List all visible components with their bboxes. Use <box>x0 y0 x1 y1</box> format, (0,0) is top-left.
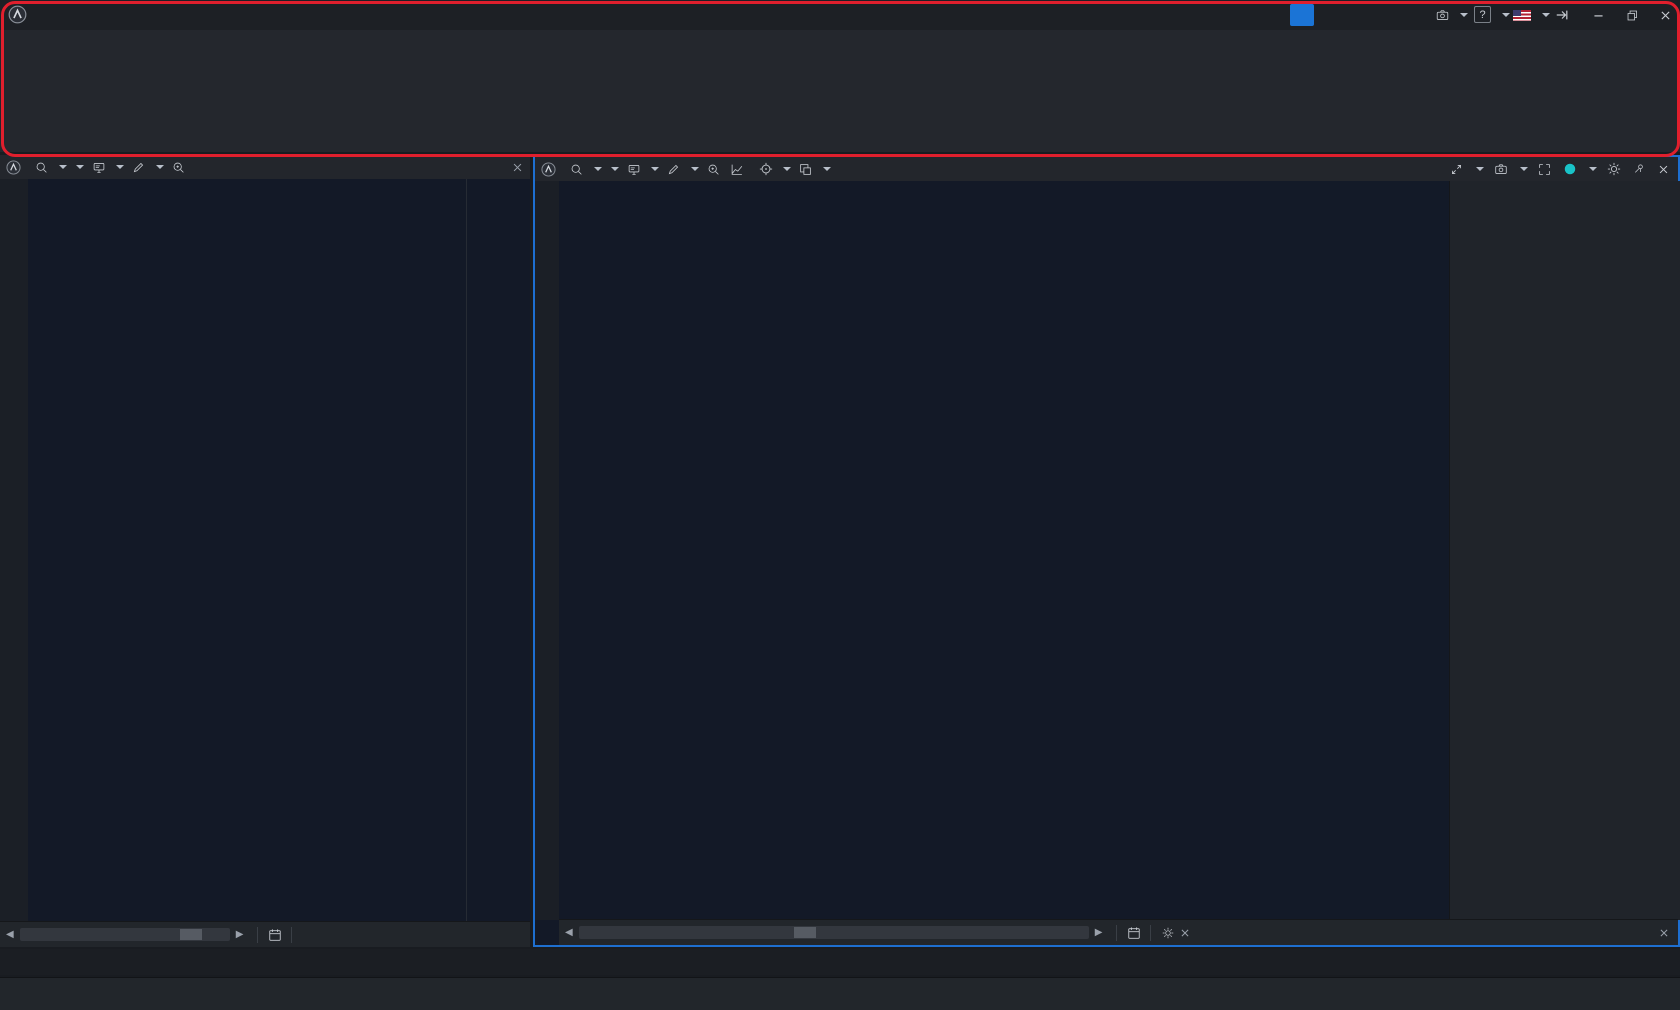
panel-logo-icon <box>541 162 556 177</box>
chart-trader-panel <box>1449 181 1680 920</box>
search-icon[interactable] <box>568 161 585 177</box>
status-bar <box>0 977 1680 1010</box>
left-price-axis[interactable] <box>466 179 531 947</box>
language-caret[interactable] <box>1534 6 1554 24</box>
timeframe-select[interactable] <box>56 165 67 169</box>
drawing-tools-icon[interactable] <box>665 161 682 177</box>
layout-panels-icon[interactable] <box>797 161 814 177</box>
ribbon-toolbar <box>0 60 1680 152</box>
restore-window-icon[interactable] <box>1622 6 1642 24</box>
upgrade-platform-button[interactable] <box>1290 4 1314 26</box>
dom-trader-gear-icon[interactable] <box>1159 925 1176 941</box>
drawing-caret[interactable] <box>156 165 164 169</box>
screenshot-icon[interactable] <box>1432 6 1452 24</box>
sessions-calendar-icon[interactable] <box>266 927 283 943</box>
left-chart-header <box>0 155 530 179</box>
lots-select[interactable] <box>608 167 619 171</box>
indicators-icon[interactable] <box>728 161 745 177</box>
dom-trader-close-icon[interactable] <box>1176 925 1193 941</box>
zoom-in-icon[interactable] <box>170 159 187 175</box>
target-icon[interactable] <box>757 161 774 177</box>
screens-caret[interactable] <box>651 167 659 171</box>
cluster-chart-canvas[interactable] <box>559 181 887 920</box>
ribbon <box>0 30 1680 152</box>
chart-trader-close-icon[interactable] <box>1655 925 1672 941</box>
zoom-in-icon[interactable] <box>705 161 722 177</box>
screens-icon[interactable] <box>625 161 642 177</box>
screenshot-caret[interactable] <box>1452 6 1472 24</box>
mid-scrollbar-row: ◀ ▶ <box>559 919 1678 945</box>
layout-caret[interactable] <box>823 167 831 171</box>
status-circle-icon[interactable] <box>1561 161 1578 177</box>
pin-window-icon[interactable] <box>1552 6 1572 24</box>
camera-icon[interactable] <box>1492 161 1509 177</box>
mid-chart-header <box>535 157 1678 181</box>
close-panel-icon[interactable] <box>1655 161 1672 177</box>
titlebar: ? <box>0 0 1680 30</box>
search-icon[interactable] <box>33 159 50 175</box>
screens-icon[interactable] <box>90 159 107 175</box>
fullscreen-icon[interactable] <box>1536 161 1553 177</box>
scroll-right-icon[interactable]: ▶ <box>1089 927 1109 938</box>
close-window-icon[interactable] <box>1655 6 1675 24</box>
scroll-left-icon[interactable]: ◀ <box>0 929 20 940</box>
drawing-tools-icon[interactable] <box>130 159 147 175</box>
camera-caret[interactable] <box>1520 167 1528 171</box>
screens-caret[interactable] <box>116 165 124 169</box>
left-chart-canvas[interactable] <box>28 179 466 947</box>
chart-window-middle: ◀ ▶ <box>533 155 1680 947</box>
scroll-left-icon[interactable]: ◀ <box>559 927 579 938</box>
drawing-caret[interactable] <box>691 167 699 171</box>
left-drawing-toolbar <box>0 179 28 947</box>
lots-select[interactable] <box>73 165 84 169</box>
dom-price-ladder[interactable] <box>1260 181 1449 920</box>
mid-left-sidebar <box>535 181 559 920</box>
atas-application: ? ◀ ▶ <box>0 0 1680 1010</box>
timeframe-select[interactable] <box>591 167 602 171</box>
scroll-right-icon[interactable]: ▶ <box>230 929 250 940</box>
mid-scrollbar[interactable] <box>579 926 1089 939</box>
left-scrollbar[interactable] <box>20 928 230 941</box>
bottom-tabs-bar <box>0 949 1680 975</box>
collapse-panel-icon[interactable] <box>1448 161 1465 177</box>
left-scrollbar-row: ◀ ▶ <box>0 921 530 947</box>
settings-gear-icon[interactable] <box>1605 161 1622 177</box>
help-caret[interactable] <box>1494 6 1514 24</box>
sessions-calendar-icon[interactable] <box>1125 925 1142 941</box>
panel-logo-icon <box>6 160 21 175</box>
language-flag-icon[interactable] <box>1512 6 1532 24</box>
collapse-caret[interactable] <box>1476 167 1484 171</box>
target-caret[interactable] <box>783 167 791 171</box>
atas-logo-icon <box>8 5 27 24</box>
chart-window-left: ◀ ▶ <box>0 155 530 947</box>
dom-heatmap-canvas[interactable] <box>887 181 1260 920</box>
help-icon[interactable]: ? <box>1474 6 1491 23</box>
close-panel-icon[interactable] <box>509 159 526 175</box>
status-caret[interactable] <box>1589 167 1597 171</box>
pin-panel-icon[interactable] <box>1630 161 1647 177</box>
left-time-axis[interactable] <box>28 899 466 919</box>
minimize-icon[interactable] <box>1588 6 1608 24</box>
